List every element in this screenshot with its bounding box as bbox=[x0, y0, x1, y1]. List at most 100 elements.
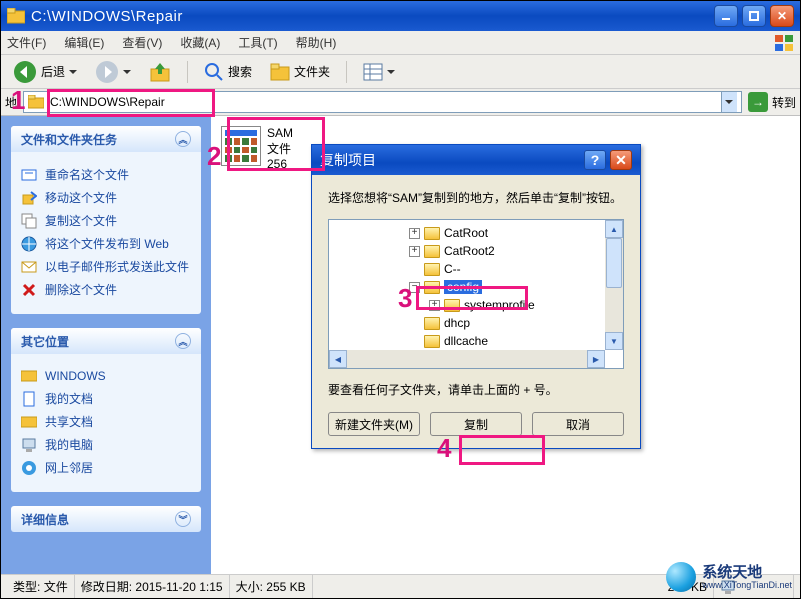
new-folder-button[interactable]: 新建文件夹(M) bbox=[328, 412, 420, 436]
watermark-url: www.XiTongTianDi.net bbox=[702, 580, 792, 590]
separator bbox=[346, 61, 347, 83]
task-delete[interactable]: 删除这个文件 bbox=[21, 281, 191, 298]
scroll-down-arrow-icon[interactable]: ▼ bbox=[605, 332, 623, 350]
cancel-label: 取消 bbox=[566, 416, 590, 433]
dialog-help-button[interactable]: ? bbox=[584, 150, 606, 170]
task-copy[interactable]: 复制这个文件 bbox=[21, 212, 191, 229]
details-header[interactable]: 详细信息 ︾ bbox=[11, 506, 201, 532]
scroll-up-arrow-icon[interactable]: ▲ bbox=[605, 220, 623, 238]
address-path: C:\WINDOWS\Repair bbox=[50, 95, 165, 109]
address-input[interactable]: C:\WINDOWS\Repair bbox=[23, 91, 742, 113]
copy-button[interactable]: 复制 bbox=[430, 412, 522, 436]
new-folder-label: 新建文件夹(M) bbox=[335, 416, 413, 433]
close-button[interactable]: ✕ bbox=[770, 5, 794, 27]
folder-tree[interactable]: +CatRoot+CatRoot2C--−config+systemprofil… bbox=[328, 219, 624, 369]
tree-item[interactable]: −config bbox=[329, 278, 605, 296]
menu-bar: 文件(F) 编辑(E) 查看(V) 收藏(A) 工具(T) 帮助(H) bbox=[1, 31, 800, 55]
move-icon bbox=[21, 190, 37, 206]
place-windows[interactable]: WINDOWS bbox=[21, 368, 191, 384]
status-size-label: 大小: bbox=[236, 578, 263, 595]
maximize-button[interactable] bbox=[742, 5, 766, 27]
address-dropdown[interactable] bbox=[721, 92, 737, 112]
dialog-hint: 要查看任何子文件夹，请单击上面的 + 号。 bbox=[328, 381, 624, 398]
address-bar: 地 C:\WINDOWS\Repair → 转到 bbox=[1, 89, 800, 116]
web-icon bbox=[21, 236, 37, 252]
up-button[interactable] bbox=[143, 59, 177, 85]
place-shared[interactable]: 共享文档 bbox=[21, 413, 191, 430]
menu-help[interactable]: 帮助(H) bbox=[296, 34, 337, 51]
folder-icon bbox=[444, 299, 460, 312]
expand-icon[interactable]: + bbox=[409, 246, 420, 257]
back-button[interactable]: 后退 bbox=[7, 58, 83, 86]
back-icon bbox=[13, 60, 37, 84]
address-label: 地 bbox=[5, 94, 17, 111]
search-icon bbox=[204, 62, 224, 82]
file-size: 256 bbox=[267, 157, 293, 173]
other-places-header[interactable]: 其它位置 ︽ bbox=[11, 328, 201, 354]
chevron-down-icon bbox=[725, 100, 733, 104]
task-label: 移动这个文件 bbox=[45, 189, 117, 206]
task-label: 以电子邮件形式发送此文件 bbox=[45, 258, 189, 275]
place-mycomputer[interactable]: 我的电脑 bbox=[21, 436, 191, 453]
network-icon bbox=[21, 460, 37, 476]
tree-item-label: dllcache bbox=[444, 334, 488, 348]
go-label: 转到 bbox=[772, 94, 796, 111]
task-email[interactable]: 以电子邮件形式发送此文件 bbox=[21, 258, 191, 275]
separator bbox=[187, 61, 188, 83]
folders-button[interactable]: 文件夹 bbox=[264, 61, 336, 83]
menu-edit[interactable]: 编辑(E) bbox=[64, 34, 104, 51]
file-list-pane[interactable]: SAM 文件 256 复制项目 ? ✕ 选择您想将“SAM”复制到的地方，然后单… bbox=[211, 116, 800, 574]
views-button[interactable] bbox=[357, 61, 401, 83]
folder-icon bbox=[424, 263, 440, 276]
back-label: 后退 bbox=[41, 63, 65, 80]
menu-view[interactable]: 查看(V) bbox=[122, 34, 162, 51]
menu-tools[interactable]: 工具(T) bbox=[238, 34, 277, 51]
window-title: C:\WINDOWS\Repair bbox=[31, 8, 714, 25]
menu-favorites[interactable]: 收藏(A) bbox=[180, 34, 220, 51]
up-folder-icon bbox=[149, 61, 171, 83]
scroll-right-arrow-icon[interactable]: ▶ bbox=[587, 350, 605, 368]
file-type: 文件 bbox=[267, 142, 293, 158]
sidebar: 文件和文件夹任务 ︽ 重命名这个文件 移动这个文件 复制这个文件 将这个文件发布… bbox=[1, 116, 211, 574]
search-button[interactable]: 搜索 bbox=[198, 60, 258, 84]
dialog-titlebar: 复制项目 ? ✕ bbox=[312, 145, 640, 175]
cancel-button[interactable]: 取消 bbox=[532, 412, 624, 436]
toolbar: 后退 搜索 文件夹 bbox=[1, 55, 800, 89]
tasks-panel: 文件和文件夹任务 ︽ 重命名这个文件 移动这个文件 复制这个文件 将这个文件发布… bbox=[11, 126, 201, 314]
tree-horizontal-scrollbar[interactable]: ◀ ▶ bbox=[329, 350, 605, 368]
tree-item[interactable]: +CatRoot2 bbox=[329, 242, 605, 260]
forward-icon bbox=[95, 60, 119, 84]
details-panel: 详细信息 ︾ bbox=[11, 506, 201, 532]
place-label: 我的文档 bbox=[45, 390, 93, 407]
windows-logo-icon bbox=[770, 31, 798, 55]
file-item-sam[interactable]: SAM 文件 256 bbox=[221, 126, 293, 173]
copy-icon bbox=[21, 213, 37, 229]
tree-item[interactable]: dhcp bbox=[329, 314, 605, 332]
go-button[interactable]: → 转到 bbox=[748, 92, 796, 112]
expand-icon[interactable]: + bbox=[409, 228, 420, 239]
forward-button[interactable] bbox=[89, 58, 137, 86]
scroll-thumb[interactable] bbox=[606, 238, 622, 288]
task-move[interactable]: 移动这个文件 bbox=[21, 189, 191, 206]
task-label: 删除这个文件 bbox=[45, 281, 117, 298]
place-network[interactable]: 网上邻居 bbox=[21, 459, 191, 476]
minimize-button[interactable] bbox=[714, 5, 738, 27]
task-rename[interactable]: 重命名这个文件 bbox=[21, 166, 191, 183]
tree-item[interactable]: +systemprofile bbox=[329, 296, 605, 314]
tree-vertical-scrollbar[interactable]: ▲ ▼ bbox=[605, 220, 623, 350]
shared-folder-icon bbox=[21, 414, 37, 430]
dialog-close-button[interactable]: ✕ bbox=[610, 150, 632, 170]
task-publish[interactable]: 将这个文件发布到 Web bbox=[21, 235, 191, 252]
tasks-panel-header[interactable]: 文件和文件夹任务 ︽ bbox=[11, 126, 201, 152]
scroll-left-arrow-icon[interactable]: ◀ bbox=[329, 350, 347, 368]
chevron-up-icon: ︽ bbox=[175, 131, 191, 147]
tree-item[interactable]: dllcache bbox=[329, 332, 605, 350]
menu-file[interactable]: 文件(F) bbox=[7, 34, 46, 51]
folder-icon bbox=[424, 245, 440, 258]
expand-icon[interactable]: + bbox=[429, 300, 440, 311]
tree-item[interactable]: +CatRoot bbox=[329, 224, 605, 242]
collapse-icon[interactable]: − bbox=[409, 282, 420, 293]
place-mydocs[interactable]: 我的文档 bbox=[21, 390, 191, 407]
tree-item[interactable]: C-- bbox=[329, 260, 605, 278]
copy-label: 复制 bbox=[464, 416, 488, 433]
